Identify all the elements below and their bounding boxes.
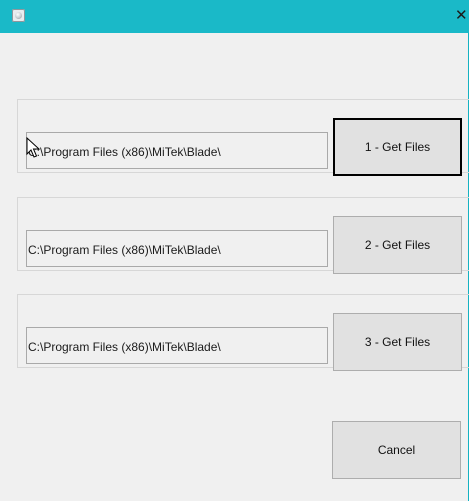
get-files-3-button[interactable]: 3 - Get Files bbox=[333, 313, 462, 371]
dialog-window: ✕ C:\Program Files (x86)\MiTek\Blade\ 1 … bbox=[0, 0, 469, 501]
app-icon[interactable] bbox=[12, 9, 25, 22]
path-group-3: C:\Program Files (x86)\MiTek\Blade\ 3 - … bbox=[17, 294, 469, 371]
close-icon[interactable]: ✕ bbox=[455, 0, 469, 33]
path-field-1[interactable]: C:\Program Files (x86)\MiTek\Blade\ bbox=[26, 132, 328, 169]
path-field-2[interactable]: C:\Program Files (x86)\MiTek\Blade\ bbox=[26, 230, 328, 267]
mouse-pointer-icon bbox=[26, 137, 40, 158]
path-group-1: C:\Program Files (x86)\MiTek\Blade\ 1 - … bbox=[17, 99, 469, 176]
get-files-1-button[interactable]: 1 - Get Files bbox=[333, 118, 462, 176]
cancel-button[interactable]: Cancel bbox=[332, 421, 461, 479]
get-files-2-button[interactable]: 2 - Get Files bbox=[333, 216, 462, 274]
title-bar[interactable]: ✕ bbox=[0, 0, 469, 33]
path-group-2: C:\Program Files (x86)\MiTek\Blade\ 2 - … bbox=[17, 197, 469, 274]
path-field-3[interactable]: C:\Program Files (x86)\MiTek\Blade\ bbox=[26, 327, 328, 364]
